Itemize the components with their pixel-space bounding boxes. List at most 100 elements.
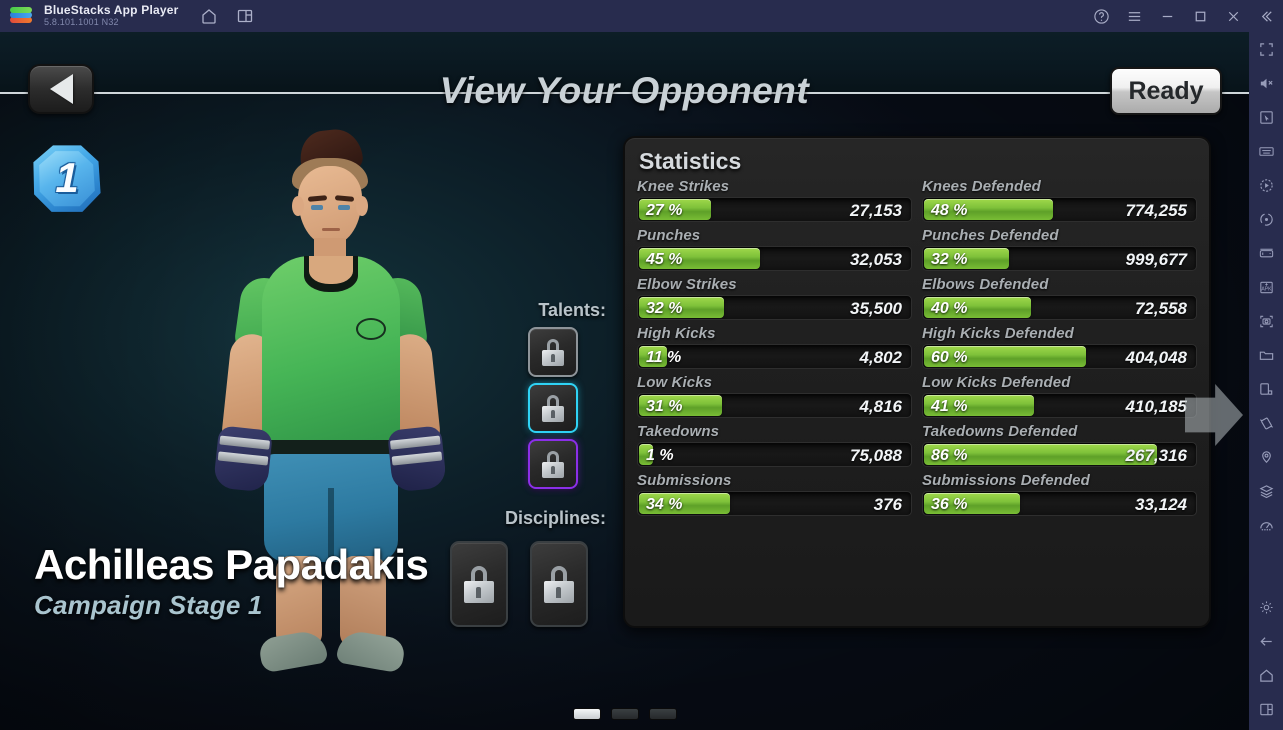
game-viewport: View Your Opponent Ready 1 Achilleas Pap… [0,32,1249,730]
app-title: BlueStacks App Player [44,3,179,18]
lock-icon [542,338,564,366]
shake-icon[interactable] [1249,406,1283,440]
stat-bar: 40 % 72,558 [922,295,1197,320]
stat-row: High Kicks 11 % 4,802 [637,325,912,369]
pagination [0,708,1249,720]
collapse-icon[interactable] [1250,0,1283,32]
gamepad-icon[interactable] [1249,236,1283,270]
stat-row: Punches 45 % 32,053 [637,227,912,271]
stat-bar: 31 % 4,816 [637,393,912,418]
stat-label: Submissions [637,472,732,489]
stat-label: High Kicks Defended [922,325,1074,342]
ready-button[interactable]: Ready [1110,67,1222,115]
stat-percent: 1 % [646,447,674,464]
stat-label: Knees Defended [922,178,1041,195]
bluestacks-sidebar: APK [1249,32,1283,730]
disciplines-section: Disciplines: [450,508,606,627]
stat-value: 75,088 [850,446,902,465]
stat-percent: 45 % [646,251,683,268]
stat-bar: 48 % 774,255 [922,197,1197,222]
location-icon[interactable] [1249,440,1283,474]
mute-icon[interactable] [1249,66,1283,100]
multi-instance-icon[interactable] [236,7,254,25]
stat-value: 267,316 [1125,446,1187,465]
stat-bar: 1 % 75,088 [637,442,912,467]
recents-icon[interactable] [1249,692,1283,726]
stat-row: High Kicks Defended 60 % 404,048 [922,325,1197,369]
stat-value: 404,048 [1125,348,1187,367]
minimize-icon[interactable] [1151,0,1184,32]
stat-label: Punches [637,227,701,244]
stat-row: Submissions 34 % 376 [637,472,912,516]
lock-icon [542,450,564,478]
stat-value: 4,802 [859,348,902,367]
stat-label: Elbow Strikes [637,276,737,293]
close-icon[interactable] [1217,0,1250,32]
layers-icon[interactable] [1249,474,1283,508]
menu-icon[interactable] [1118,0,1151,32]
rank-badge: 1 [32,144,102,214]
stat-percent: 86 % [931,447,968,464]
back-arrow-icon [49,74,73,104]
stat-label: Takedowns [637,423,720,440]
fullscreen-icon[interactable] [1249,32,1283,66]
stat-row: Takedowns 1 % 75,088 [637,423,912,467]
stat-row: Punches Defended 32 % 999,677 [922,227,1197,271]
stat-percent: 40 % [931,300,968,317]
stat-percent: 41 % [931,398,968,415]
ready-button-label: Ready [1128,76,1204,105]
maximize-icon[interactable] [1184,0,1217,32]
talent-slot-3[interactable] [528,439,578,489]
talent-slot-2[interactable] [528,383,578,433]
home-icon[interactable] [200,7,218,25]
macro-play-icon[interactable] [1249,168,1283,202]
fighter-name: Achilleas Papadakis [34,541,429,588]
screenshot-icon[interactable] [1249,304,1283,338]
page-title: View Your Opponent [439,70,810,111]
lock-icon [544,565,574,603]
talents-label: Talents: [538,300,606,320]
page-dot[interactable] [648,708,677,720]
stat-row: Takedowns Defended 86 % 267,316 [922,423,1197,467]
talents-section: Talents: [500,300,606,489]
apk-install-icon[interactable]: APK [1249,270,1283,304]
back-icon[interactable] [1249,624,1283,658]
stat-value: 4,816 [859,397,902,416]
back-button[interactable] [28,64,94,114]
stat-row: Low Kicks 31 % 4,816 [637,374,912,418]
keyboard-icon[interactable] [1249,134,1283,168]
talent-slot-1[interactable] [528,327,578,377]
stat-bar: 34 % 376 [637,491,912,516]
stat-label: Low Kicks [637,374,713,391]
rotate-icon[interactable] [1249,202,1283,236]
discipline-slot-1[interactable] [450,541,508,627]
home-icon[interactable] [1249,658,1283,692]
stat-value: 33,124 [1135,495,1187,514]
stat-bar: 41 % 410,185 [922,393,1197,418]
cursor-icon[interactable] [1249,100,1283,134]
fighter-stage: Campaign Stage 1 [34,590,263,620]
lock-icon [464,565,494,603]
stat-value: 32,053 [850,250,902,269]
stat-label: Elbows Defended [922,276,1049,293]
app-version: 5.8.101.1001 N32 [44,17,119,28]
folder-icon[interactable] [1249,338,1283,372]
page-dot[interactable] [572,708,601,720]
statistics-column-defense: Knees Defended 48 % 774,255 Punches Defende… [922,178,1197,521]
stat-label: Takedowns Defended [922,423,1078,440]
stat-percent: 60 % [931,349,968,366]
stat-bar: 11 % 4,802 [637,344,912,369]
stat-value: 27,153 [850,201,902,220]
stat-row: Low Kicks Defended 41 % 410,185 [922,374,1197,418]
app-title-block: BlueStacks App Player 5.8.101.1001 N32 [44,4,178,27]
discipline-slot-2[interactable] [530,541,588,627]
settings-icon[interactable] [1249,590,1283,624]
page-dot[interactable] [610,708,639,720]
bluestacks-logo [10,7,32,25]
stat-value: 72,558 [1135,299,1187,318]
stat-label: Submissions Defended [922,472,1090,489]
speedmeter-icon[interactable] [1249,508,1283,542]
stat-percent: 36 % [931,496,968,513]
help-icon[interactable] [1085,0,1118,32]
multi-instance-icon[interactable] [1249,372,1283,406]
